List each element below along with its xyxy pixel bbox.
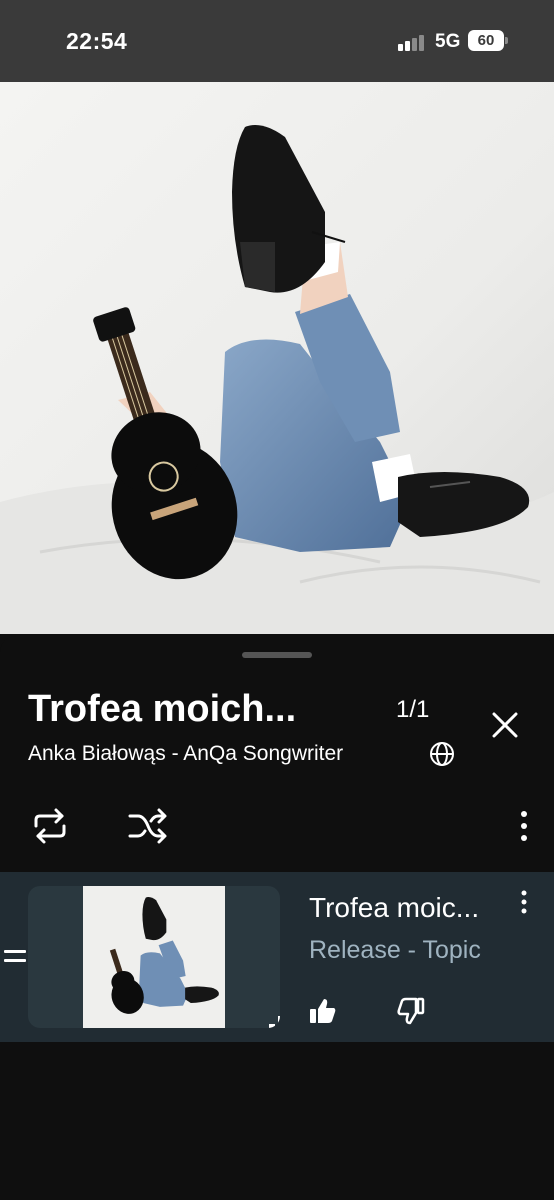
queue-title: Trofea moich... — [28, 688, 297, 730]
more-vert-icon[interactable] — [514, 888, 534, 916]
queue-item-title: Trofea moic... — [309, 892, 480, 923]
signal-icon — [398, 33, 426, 51]
battery-icon: 60 — [468, 30, 504, 51]
queue-sheet: Trofea moich... 1/1 Anka Białowąs - AnQa… — [0, 636, 554, 1200]
equalizer-bars-icon — [268, 1014, 280, 1028]
thumbnail-image — [83, 886, 225, 1028]
queue-artist[interactable]: Anka Białowąs - AnQa Songwriter — [28, 742, 343, 766]
queue-count: 1/1 — [396, 696, 430, 723]
drag-handle-icon[interactable] — [4, 947, 26, 965]
network-type: 5G — [435, 31, 461, 52]
queue-item-artist: Release - Topic — [309, 936, 481, 964]
thumbs-down-icon[interactable] — [396, 996, 426, 1026]
shuffle-icon[interactable] — [126, 806, 170, 846]
queue-item-thumbnail[interactable] — [28, 886, 280, 1028]
globe-icon — [428, 740, 456, 768]
status-time: 22:54 — [66, 28, 128, 54]
close-icon[interactable] — [488, 708, 522, 742]
battery-tip — [505, 37, 508, 44]
status-bar: 22:54 5G 60 — [0, 0, 554, 82]
sheet-drag-handle[interactable] — [242, 652, 312, 658]
more-vert-icon[interactable] — [512, 808, 536, 844]
queue-item[interactable]: Trofea moic... Release - Topic — [0, 872, 554, 1042]
album-cover-art[interactable] — [0, 82, 554, 634]
repeat-icon[interactable] — [28, 806, 72, 846]
thumbs-up-icon[interactable] — [308, 996, 338, 1026]
